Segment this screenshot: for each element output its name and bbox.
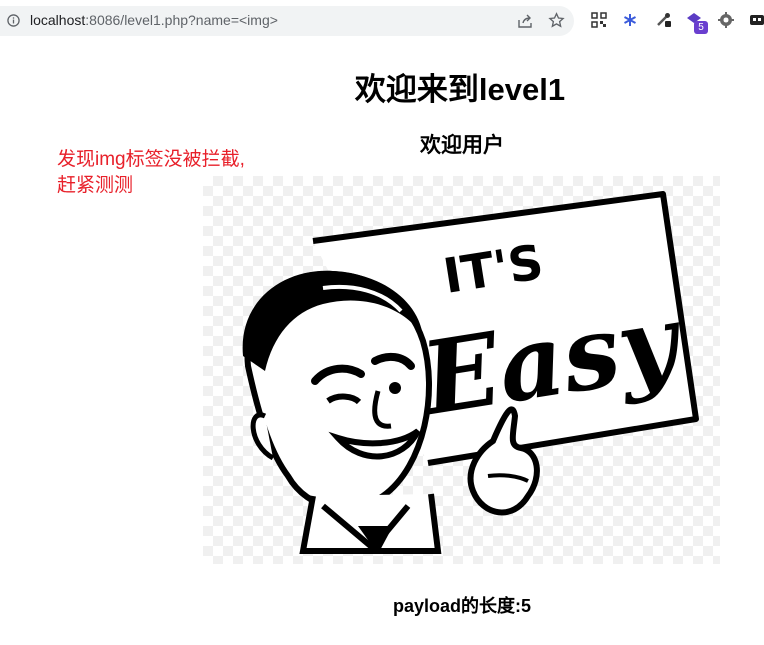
asterisk-extension-icon[interactable] [622,12,638,28]
dropper-extension-icon[interactable] [655,12,671,28]
qr-icon[interactable] [591,12,607,28]
its-easy-image: IT'S Easy [203,176,720,564]
camera-extension-icon[interactable] [749,12,764,28]
star-icon[interactable] [548,12,565,29]
gear-extension-icon[interactable] [718,12,734,28]
its-easy-illustration: IT'S Easy [242,191,699,554]
payload-length-text: payload的长度:5 [392,596,532,616]
address-bar[interactable]: localhost:8086/level1.php?name=<img> [0,6,574,36]
info-icon[interactable] [7,14,20,27]
url-host: localhost [30,12,86,28]
url-text[interactable]: localhost:8086/level1.php?name=<img> [30,12,278,28]
share-icon[interactable] [517,13,533,29]
page-title: 欢迎来到level1 [354,72,566,107]
url-path: :8086/level1.php?name=<img> [85,12,278,28]
annotation-line-1: 发现img标签没被拦截, [57,149,245,170]
extension-badge: 5 [694,21,708,34]
welcome-heading: 欢迎用户 [420,134,504,157]
browser-toolbar: localhost:8086/level1.php?name=<img> 5 [0,0,764,40]
